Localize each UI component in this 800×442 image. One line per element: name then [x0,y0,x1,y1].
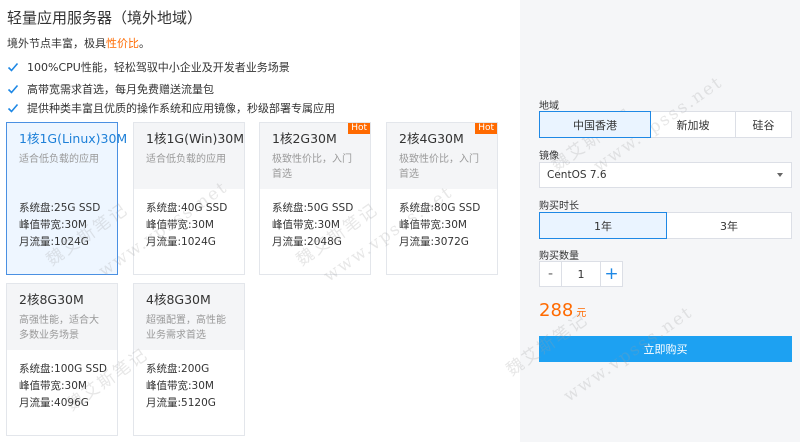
plan-bandwidth: 峰值带宽:30M [272,219,340,231]
plan-disk: 系统盘:25G SSD [19,202,101,214]
plan-card[interactable]: Hot 1核2G30M 极致性价比，入门首选 系统盘:50G SSD 峰值带宽:… [259,122,371,275]
plan-panel: 轻量应用服务器（境外地域） 境外节点丰富，极具性价比。 100%CPU性能，轻松… [0,0,520,442]
plan-disk: 系统盘:200G [146,363,210,375]
plan-bandwidth: 峰值带宽:30M [19,380,87,392]
plan-specs: 系统盘:100G SSD 峰值带宽:30M 月流量:4096G [7,350,117,412]
plan-disk: 系统盘:80G SSD [399,202,481,214]
plan-name: 1核2G30M [272,131,337,146]
price-display: 288 元 [539,300,586,321]
plan-name: 1核1G(Linux)30M [19,131,128,146]
plan-name: 4核8G30M [146,292,211,307]
plan-traffic: 月流量:2048G [272,236,342,248]
region-option-siliconvalley[interactable]: 硅谷 [735,111,792,138]
plan-disk: 系统盘:50G SSD [272,202,354,214]
region-selector: 中国香港 新加坡 硅谷 [539,111,792,138]
plan-disk: 系统盘:40G SSD [146,202,228,214]
buy-now-button[interactable]: 立即购买 [539,336,792,362]
chevron-down-icon [777,173,783,177]
plan-traffic: 月流量:1024G [19,236,89,248]
plan-card[interactable]: Hot 2核4G30M 极致性价比，入门首选 系统盘:80G SSD 峰值带宽:… [386,122,498,275]
plan-card[interactable]: 4核8G30M 超强配置，高性能业务需求首选 系统盘:200G 峰值带宽:30M… [133,283,245,436]
page-subtitle: 境外节点丰富，极具性价比。 [7,35,150,51]
region-option-hongkong[interactable]: 中国香港 [539,111,651,138]
feature-text: 提供种类丰富且优质的操作系统和应用镜像，秒级部署专属应用 [27,102,335,115]
image-select-value: CentOS 7.6 [547,169,607,181]
plan-card[interactable]: 1核1G(Linux)30M 适合低负载的应用 系统盘:25G SSD 峰值带宽… [6,122,128,275]
feature-text: 100%CPU性能，轻松驾驭中小企业及开发者业务场景 [27,61,290,74]
plan-desc: 适合低负载的应用 [19,154,99,165]
subtitle-highlight: 性价比 [106,37,139,50]
feature-text: 高带宽需求首选，每月免费赠送流量包 [27,83,214,96]
region-option-singapore[interactable]: 新加坡 [650,111,736,138]
quantity-input[interactable]: 1 [562,261,600,287]
plan-specs: 系统盘:25G SSD 峰值带宽:30M 月流量:1024G [7,189,117,251]
image-label: 镜像 [539,151,559,162]
check-icon [7,103,19,113]
plan-traffic: 月流量:1024G [146,236,216,248]
region-label: 地域 [539,101,559,112]
plan-traffic: 月流量:3072G [399,236,469,248]
page-title: 轻量应用服务器（境外地域） [7,9,203,27]
plan-name: 2核8G30M [19,292,84,307]
plan-bandwidth: 峰值带宽:30M [146,380,214,392]
plan-bandwidth: 峰值带宽:30M [19,219,87,231]
plan-desc: 高强性能，适合大多数业务场景 [19,315,99,341]
duration-option-1y[interactable]: 1年 [539,212,667,239]
hot-badge: Hot [348,123,370,134]
subtitle-prefix: 境外节点丰富，极具 [7,37,106,50]
subtitle-suffix: 。 [139,37,150,50]
duration-selector: 1年 3年 [539,212,792,239]
quantity-decrement-button[interactable]: - [539,261,562,287]
plan-desc: 极致性价比，入门首选 [272,154,352,180]
plan-specs: 系统盘:200G 峰值带宽:30M 月流量:5120G [134,350,244,412]
plan-name: 2核4G30M [399,131,464,146]
price-unit: 元 [576,308,587,319]
duration-label: 购买时长 [539,201,579,212]
quantity-label: 购买数量 [539,251,579,262]
plan-specs: 系统盘:50G SSD 峰值带宽:30M 月流量:2048G [260,189,370,251]
plan-traffic: 月流量:5120G [146,397,216,409]
price-value: 288 [539,300,574,321]
plan-card[interactable]: 2核8G30M 高强性能，适合大多数业务场景 系统盘:100G SSD 峰值带宽… [6,283,118,436]
plan-bandwidth: 峰值带宽:30M [146,219,214,231]
plan-card-header: 2核8G30M 高强性能，适合大多数业务场景 [7,284,117,350]
plan-card-header: 1核1G(Win)30M 适合低负载的应用 [134,123,244,189]
plan-name: 1核1G(Win)30M [146,131,245,146]
plan-disk: 系统盘:100G SSD [19,363,107,375]
duration-option-3y[interactable]: 3年 [666,212,792,239]
quantity-increment-button[interactable]: + [600,261,623,287]
hot-badge: Hot [475,123,497,134]
feature-item: 100%CPU性能，轻松驾驭中小企业及开发者业务场景 [7,59,290,75]
quantity-stepper: - 1 + [539,261,623,287]
plan-bandwidth: 峰值带宽:30M [399,219,467,231]
plan-desc: 超强配置，高性能业务需求首选 [146,315,226,341]
plan-card-header: 1核1G(Linux)30M 适合低负载的应用 [7,123,128,189]
check-icon [7,62,19,72]
plan-specs: 系统盘:40G SSD 峰值带宽:30M 月流量:1024G [134,189,244,251]
plan-desc: 极致性价比，入门首选 [399,154,479,180]
plan-specs: 系统盘:80G SSD 峰值带宽:30M 月流量:3072G [387,189,497,251]
plan-desc: 适合低负载的应用 [146,154,226,165]
image-select[interactable]: CentOS 7.6 [539,162,792,188]
plan-card[interactable]: 1核1G(Win)30M 适合低负载的应用 系统盘:40G SSD 峰值带宽:3… [133,122,245,275]
feature-item: 高带宽需求首选，每月免费赠送流量包 [7,81,214,97]
feature-item: 提供种类丰富且优质的操作系统和应用镜像，秒级部署专属应用 [7,100,335,116]
check-icon [7,84,19,94]
plan-card-header: 4核8G30M 超强配置，高性能业务需求首选 [134,284,244,350]
plan-traffic: 月流量:4096G [19,397,89,409]
